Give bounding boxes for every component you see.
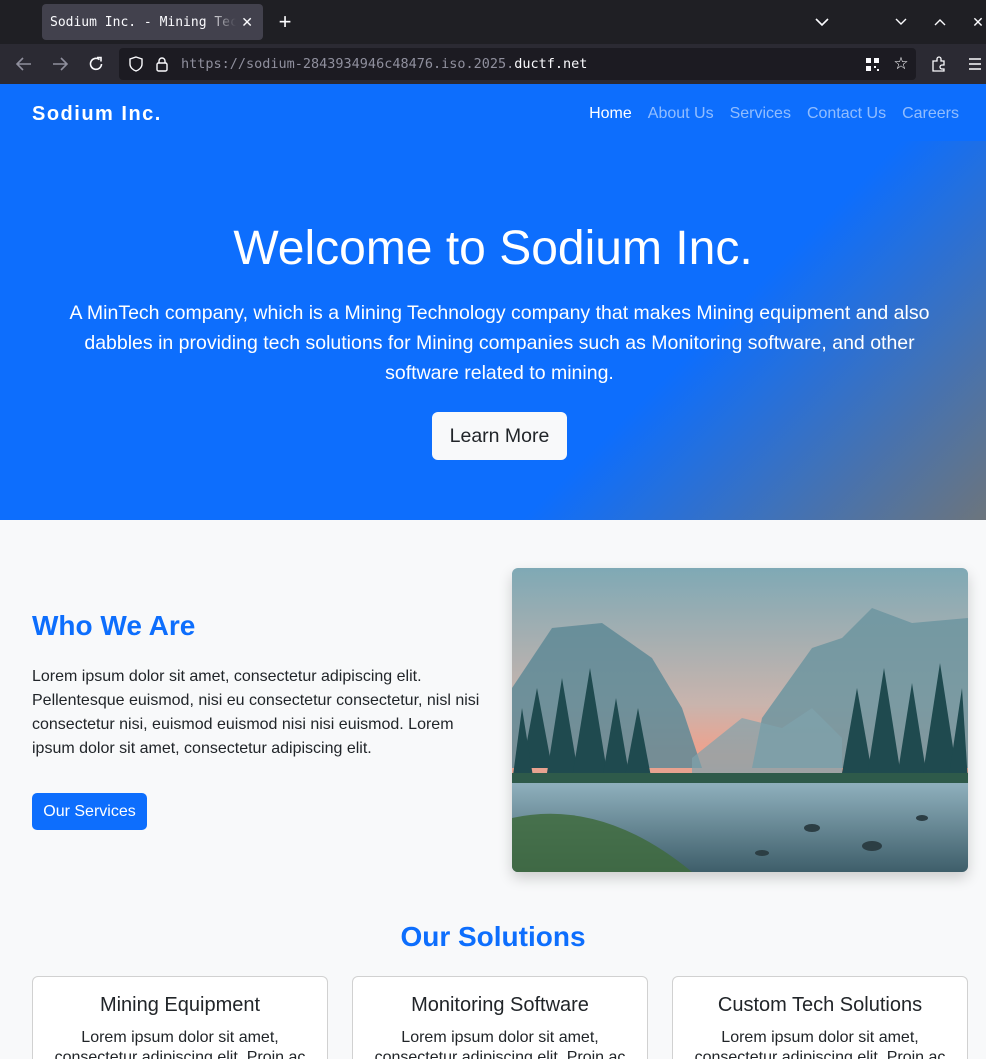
card-text: Lorem ipsum dolor sit amet, consectetur …: [54, 1029, 306, 1059]
browser-tab[interactable]: Sodium Inc. - Mining Technology ✕: [42, 4, 263, 40]
url-domain: ductf.net: [514, 56, 588, 72]
nav-links: Home About Us Services Contact Us Career…: [589, 105, 959, 123]
hero-text: A MinTech company, which is a Mining Tec…: [69, 302, 930, 384]
extensions-icon[interactable]: [929, 54, 949, 74]
card-title: Custom Tech Solutions: [717, 994, 923, 1016]
card-title: Mining Equipment: [99, 994, 261, 1016]
nav-link-home[interactable]: Home: [589, 105, 632, 123]
nav-link-about-us[interactable]: About Us: [648, 105, 714, 123]
browser-toolbar: https://sodium-2843934946c48476.iso.2025…: [0, 44, 986, 84]
solution-card-custom-tech-solutions: Custom Tech Solutions Lorem ipsum dolor …: [672, 976, 968, 1059]
browser-tab-bar: Sodium Inc. - Mining Technology ✕ + ✕: [0, 0, 986, 44]
solution-card-monitoring-software: Monitoring Software Lorem ipsum dolor si…: [352, 976, 648, 1059]
qr-code-icon[interactable]: [863, 55, 881, 73]
who-we-are-text: Lorem ipsum dolor sit amet, consectetur …: [32, 668, 480, 757]
solution-card-mining-equipment: Mining Equipment Lorem ipsum dolor sit a…: [32, 976, 328, 1059]
tab-list-icon[interactable]: [812, 12, 832, 32]
url-prefix: https://sodium-2843934946c48476.iso.2025…: [181, 56, 515, 72]
back-icon[interactable]: [14, 54, 34, 74]
close-window-icon[interactable]: ✕: [970, 12, 986, 32]
card-text: Lorem ipsum dolor sit amet, consectetur …: [374, 1029, 626, 1059]
card-text: Lorem ipsum dolor sit amet, consectetur …: [694, 1029, 946, 1059]
nav-link-contact-us[interactable]: Contact Us: [807, 105, 886, 123]
tab-close-icon[interactable]: ✕: [241, 13, 253, 31]
nav-link-services[interactable]: Services: [730, 105, 791, 123]
our-solutions-heading: Our Solutions: [400, 921, 586, 952]
our-services-button[interactable]: Our Services: [32, 793, 147, 830]
minimize-icon[interactable]: [891, 12, 911, 32]
hero-section: Welcome to Sodium Inc. A MinTech company…: [0, 141, 986, 520]
address-bar[interactable]: https://sodium-2843934946c48476.iso.2025…: [119, 48, 916, 80]
shield-icon[interactable]: [127, 55, 145, 73]
who-we-are-heading: Who We Are: [32, 610, 196, 641]
learn-more-button[interactable]: Learn More: [432, 412, 567, 460]
maximize-icon[interactable]: [930, 12, 950, 32]
bookmark-star-icon[interactable]: ☆: [891, 54, 911, 74]
new-tab-icon[interactable]: +: [274, 9, 296, 34]
lock-icon[interactable]: [153, 55, 171, 73]
url-text[interactable]: https://sodium-2843934946c48476.iso.2025…: [181, 56, 587, 72]
nav-link-careers[interactable]: Careers: [902, 105, 959, 123]
brand-logo[interactable]: Sodium Inc.: [32, 103, 162, 126]
forward-icon[interactable]: [50, 54, 70, 74]
site-navbar: Sodium Inc. Home About Us Services Conta…: [0, 84, 986, 141]
landscape-image: [512, 568, 968, 872]
reload-icon[interactable]: [86, 54, 106, 74]
hero-title: Welcome to Sodium Inc.: [233, 222, 753, 275]
card-title: Monitoring Software: [411, 994, 589, 1016]
tab-title: Sodium Inc. - Mining Technology: [50, 14, 236, 30]
menu-icon[interactable]: [966, 54, 984, 74]
